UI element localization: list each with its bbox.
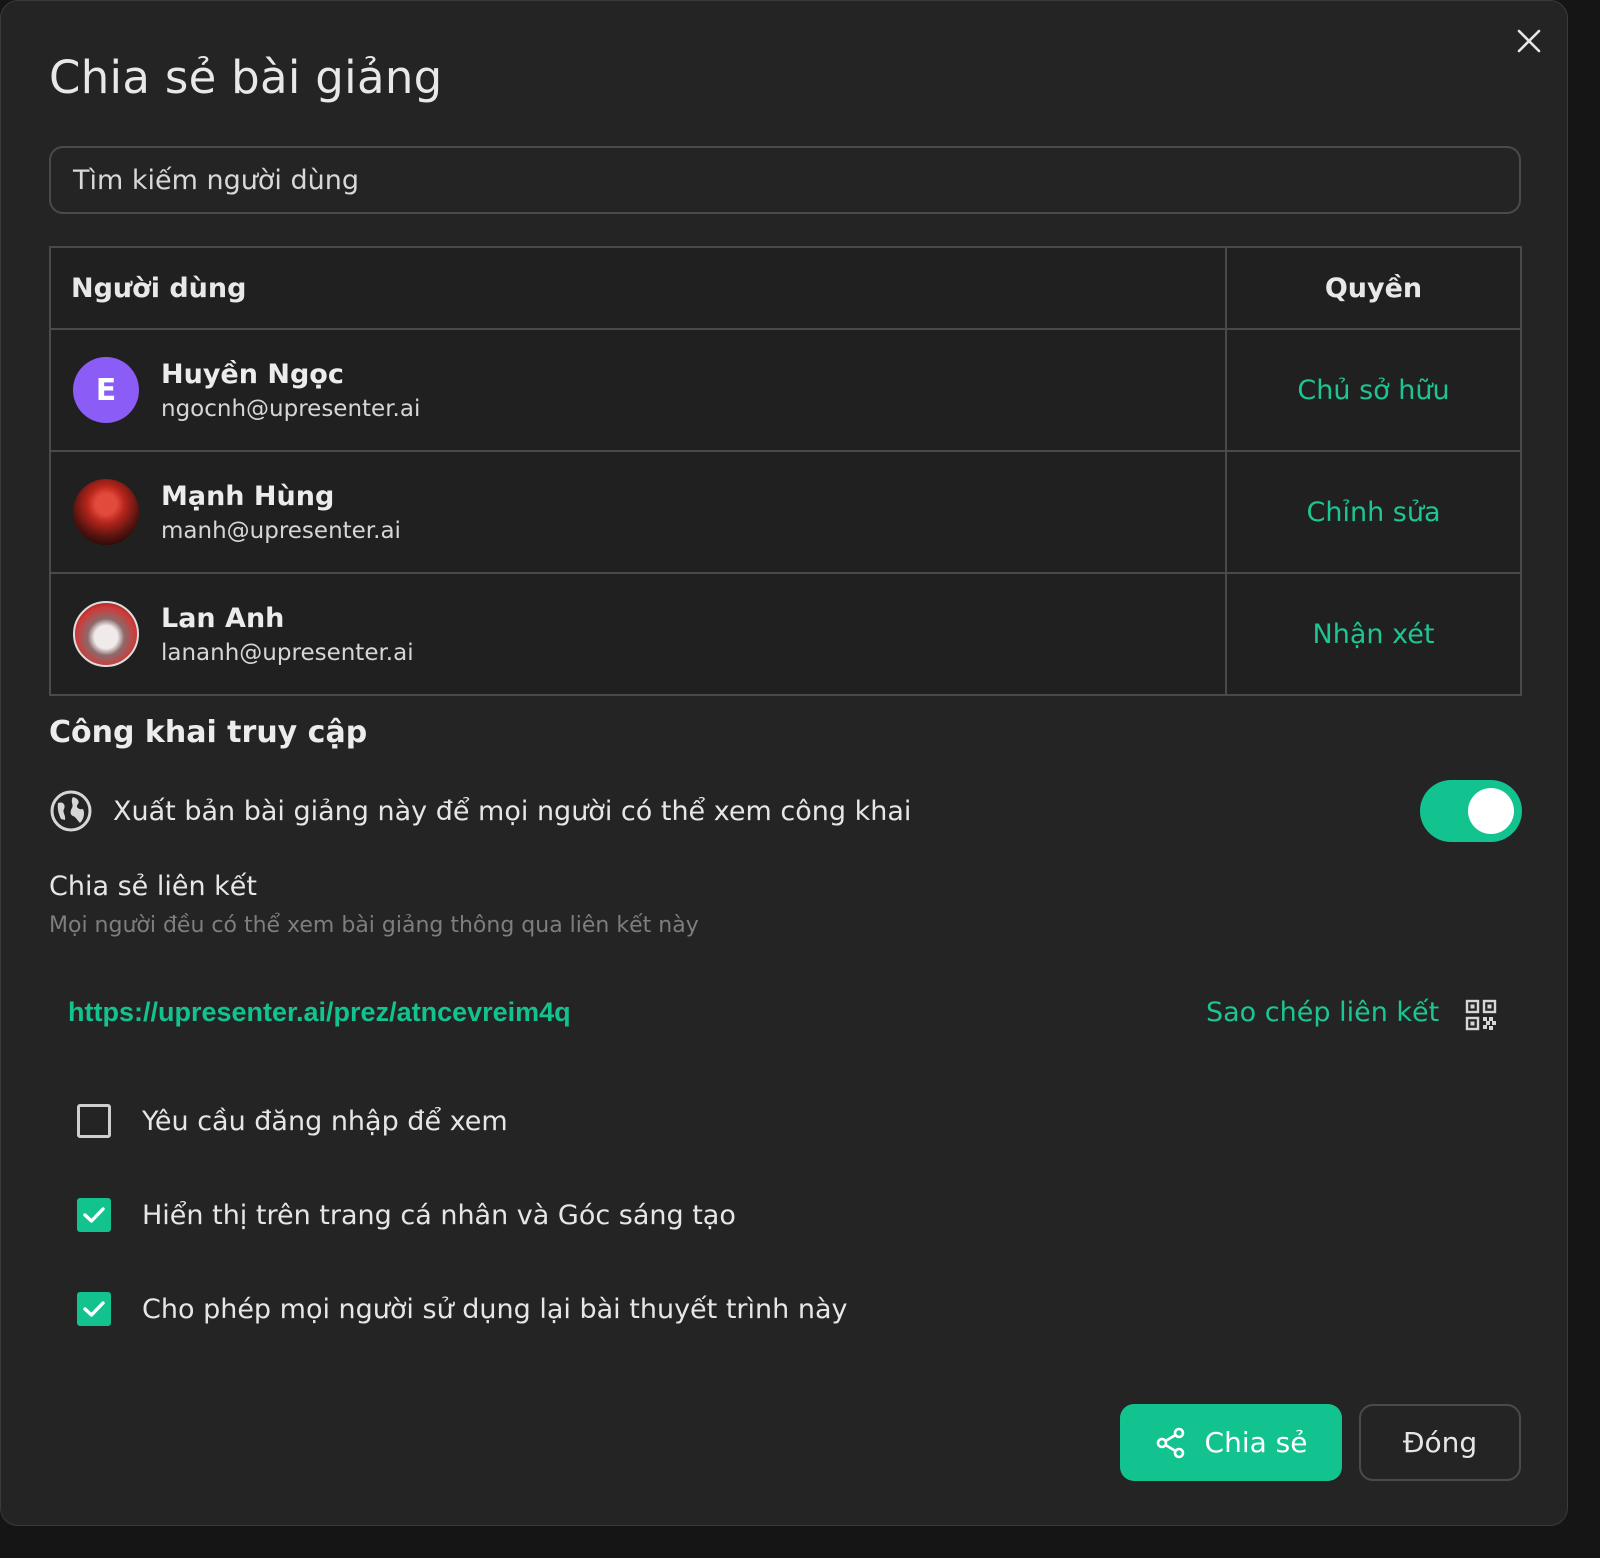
option-require-login: Yêu cầu đăng nhập để xem <box>77 1101 508 1141</box>
publish-label: Xuất bản bài giảng này để mọi người có t… <box>113 795 912 827</box>
share-link-subtitle: Mọi người đều có thể xem bài giảng thông… <box>49 913 699 938</box>
option-allow-reuse: Cho phép mọi người sử dụng lại bài thuyế… <box>77 1289 847 1329</box>
share-button-label: Chia sẻ <box>1204 1426 1308 1459</box>
globe-icon <box>50 790 92 832</box>
require-login-checkbox[interactable] <box>77 1104 111 1138</box>
table-row: Lan Anh lananh@upresenter.ai Nhận xét <box>51 572 1520 694</box>
option-show-profile: Hiển thị trên trang cá nhân và Góc sáng … <box>77 1195 736 1235</box>
search-placeholder: Tìm kiếm người dùng <box>73 164 359 196</box>
option-label: Hiển thị trên trang cá nhân và Góc sáng … <box>142 1199 736 1231</box>
user-email: ngocnh@upresenter.ai <box>161 395 421 422</box>
share-button[interactable]: Chia sẻ <box>1120 1404 1342 1481</box>
user-email: lananh@upresenter.ai <box>161 639 414 666</box>
dialog-title: Chia sẻ bài giảng <box>49 51 443 104</box>
avatar <box>73 601 139 667</box>
users-table: Người dùng Quyền E Huyền Ngọc ngocnh@upr… <box>49 246 1522 696</box>
share-dialog: Chia sẻ bài giảng Tìm kiếm người dùng Ng… <box>0 0 1568 1526</box>
table-header: Người dùng Quyền <box>51 248 1520 328</box>
share-icon <box>1156 1427 1184 1458</box>
avatar: E <box>73 357 139 423</box>
share-url[interactable]: https://upresenter.ai/prez/atncevreim4q <box>68 997 571 1028</box>
permission-owner: Chủ sở hữu <box>1297 374 1450 406</box>
permission-select[interactable]: Nhận xét <box>1313 619 1435 650</box>
share-link-title: Chia sẻ liên kết <box>49 871 257 902</box>
qr-code-icon[interactable] <box>1465 999 1497 1031</box>
public-access-title: Công khai truy cập <box>49 715 368 750</box>
option-label: Yêu cầu đăng nhập để xem <box>142 1105 508 1137</box>
check-icon <box>83 1301 105 1317</box>
permission-select[interactable]: Chỉnh sửa <box>1307 497 1441 528</box>
user-name: Mạnh Hùng <box>161 480 335 512</box>
toggle-knob <box>1468 788 1514 834</box>
copy-link-button[interactable]: Sao chép liên kết <box>1206 997 1439 1028</box>
user-name: Lan Anh <box>161 602 285 634</box>
avatar <box>73 479 139 545</box>
header-permission: Quyền <box>1324 272 1423 304</box>
publish-row: Xuất bản bài giảng này để mọi người có t… <box>49 779 1522 843</box>
close-icon[interactable] <box>1511 23 1547 59</box>
allow-reuse-checkbox[interactable] <box>77 1292 111 1326</box>
search-user-input[interactable]: Tìm kiếm người dùng <box>49 146 1521 214</box>
option-label: Cho phép mọi người sử dụng lại bài thuyế… <box>142 1293 848 1325</box>
close-button[interactable]: Đóng <box>1359 1404 1521 1481</box>
show-profile-checkbox[interactable] <box>77 1198 111 1232</box>
header-user: Người dùng <box>51 248 1227 328</box>
user-name: Huyền Ngọc <box>161 358 344 390</box>
user-email: manh@upresenter.ai <box>161 517 401 544</box>
publish-toggle[interactable] <box>1420 780 1522 842</box>
table-row: E Huyền Ngọc ngocnh@upresenter.ai Chủ sở… <box>51 328 1520 450</box>
check-icon <box>83 1207 105 1223</box>
table-row: Mạnh Hùng manh@upresenter.ai Chỉnh sửa <box>51 450 1520 572</box>
